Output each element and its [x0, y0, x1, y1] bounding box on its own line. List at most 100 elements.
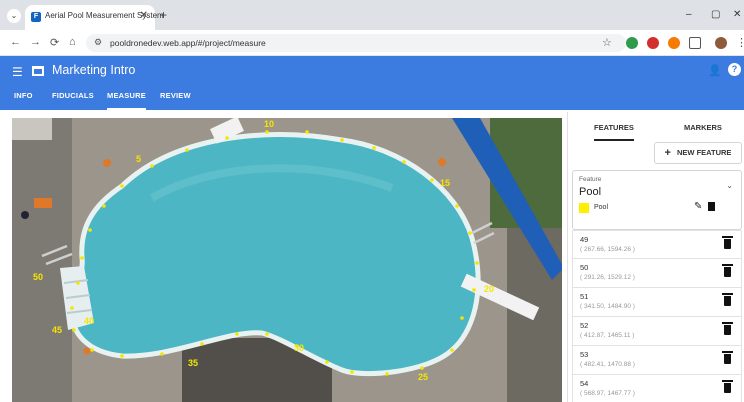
favicon-icon: F	[31, 12, 41, 22]
tab-review[interactable]: REVIEW	[160, 91, 191, 100]
tab-search-chevron-icon[interactable]: ⌄	[7, 9, 21, 23]
perimeter-marker-dot[interactable]	[340, 138, 344, 142]
perimeter-marker-dot[interactable]	[460, 316, 464, 320]
deck-object	[83, 347, 91, 355]
forward-icon[interactable]: →	[30, 36, 41, 48]
perimeter-marker-dot[interactable]	[468, 231, 472, 235]
perimeter-marker-dot[interactable]	[402, 160, 406, 164]
minimize-icon[interactable]: –	[686, 9, 692, 20]
tab-markers[interactable]: MARKERS	[684, 123, 722, 132]
perimeter-marker-dot[interactable]	[225, 136, 229, 140]
perimeter-marker-dot[interactable]	[265, 130, 269, 134]
chevron-down-icon[interactable]: ⌄	[726, 181, 733, 190]
bookmark-star-icon[interactable]: ☆	[602, 36, 612, 49]
point-list-item[interactable]: 51 ( 341.50, 1484.90 )	[572, 288, 742, 317]
deck-chair	[34, 198, 52, 208]
perimeter-marker-dot[interactable]	[235, 332, 239, 336]
url-text: pooldronedev.web.app/#/project/measure	[110, 38, 266, 48]
perimeter-marker-dot[interactable]	[90, 348, 94, 352]
tab-features[interactable]: FEATURES	[594, 123, 634, 141]
deck-object	[21, 211, 29, 219]
perimeter-marker-dot[interactable]	[455, 204, 459, 208]
perimeter-marker-dot[interactable]	[325, 360, 329, 364]
delete-point-icon[interactable]	[722, 236, 733, 249]
perimeter-marker-dot[interactable]	[80, 256, 84, 260]
deck-object	[438, 158, 446, 166]
tab-info[interactable]: INFO	[14, 91, 33, 100]
perimeter-marker-dot[interactable]	[265, 332, 269, 336]
delete-feature-icon[interactable]	[708, 200, 715, 212]
point-list-item[interactable]: 49 ( 267.66, 1594.26 )	[572, 230, 742, 259]
perimeter-marker-dot[interactable]	[72, 328, 76, 332]
extension-icon[interactable]	[647, 37, 659, 49]
extension-icon[interactable]	[668, 37, 680, 49]
perimeter-marker-dot[interactable]	[472, 288, 476, 292]
perimeter-marker-dot[interactable]	[120, 184, 124, 188]
point-coordinates: ( 412.87, 1465.11 )	[580, 332, 635, 339]
tab-fiducials[interactable]: FIDUCIALS	[52, 91, 94, 100]
perimeter-marker-dot[interactable]	[120, 354, 124, 358]
browser-tab[interactable]: F Aerial Pool Measurement System ✕	[25, 5, 164, 30]
profile-avatar[interactable]	[715, 37, 727, 49]
perimeter-marker-dot[interactable]	[385, 372, 389, 376]
point-coordinates: ( 291.26, 1529.12 )	[580, 274, 635, 281]
url-field[interactable]: ⚙ pooldronedev.web.app/#/project/measure	[86, 34, 626, 52]
delete-point-icon[interactable]	[722, 293, 733, 306]
perimeter-marker-dot[interactable]	[88, 228, 92, 232]
site-info-icon[interactable]: ⚙	[94, 37, 102, 48]
delete-point-icon[interactable]	[722, 264, 733, 277]
perimeter-marker-dot[interactable]	[102, 204, 106, 208]
marker-label-45: 45	[52, 325, 62, 335]
window-close-icon[interactable]: ✕	[733, 9, 741, 20]
maximize-icon[interactable]: ▢	[711, 9, 720, 20]
point-id: 52	[580, 321, 589, 330]
marker-label-50: 50	[33, 272, 43, 282]
perimeter-marker-dot[interactable]	[450, 348, 454, 352]
point-list-item[interactable]: 53 ( 482.41, 1470.88 )	[572, 346, 742, 375]
feature-select[interactable]: Feature Pool ⌄ Pool ✎	[572, 170, 742, 230]
feature-color-swatch	[579, 203, 589, 213]
perimeter-marker-dot[interactable]	[76, 281, 80, 285]
perimeter-marker-dot[interactable]	[475, 261, 479, 265]
point-id: 49	[580, 235, 589, 244]
perimeter-marker-dot[interactable]	[430, 178, 434, 182]
aerial-map-canvas[interactable]: 5 10 15 20 25 30 35 40 45 50	[12, 118, 562, 402]
tab-close-icon[interactable]: ✕	[140, 10, 148, 21]
perimeter-marker-dot[interactable]	[150, 164, 154, 168]
home-icon[interactable]: ⌂	[69, 36, 76, 48]
extension-icon[interactable]	[626, 37, 638, 49]
edit-feature-icon[interactable]: ✎	[694, 201, 702, 212]
new-feature-button[interactable]: + NEW FEATURE	[654, 142, 742, 164]
help-icon[interactable]: ?	[728, 63, 741, 76]
delete-point-icon[interactable]	[722, 351, 733, 364]
perimeter-marker-dot[interactable]	[185, 148, 189, 152]
marker-label-35: 35	[188, 358, 198, 368]
perimeter-marker-dot[interactable]	[350, 370, 354, 374]
point-list-item[interactable]: 52 ( 412.87, 1465.11 )	[572, 317, 742, 346]
tab-measure[interactable]: MEASURE	[107, 91, 146, 110]
perimeter-marker-dot[interactable]	[200, 342, 204, 346]
point-coordinates: ( 568.97, 1467.77 )	[580, 390, 635, 397]
perimeter-marker-dot[interactable]	[305, 130, 309, 134]
point-list-item[interactable]: 54 ( 568.97, 1467.77 )	[572, 375, 742, 402]
menu-icon[interactable]: ☰	[12, 65, 23, 79]
perimeter-marker-dot[interactable]	[372, 146, 376, 150]
feature-select-value: Pool	[579, 186, 602, 198]
new-tab-button[interactable]: +	[160, 8, 167, 22]
account-icon[interactable]: 👤	[708, 64, 722, 77]
delete-point-icon[interactable]	[722, 322, 733, 335]
delete-point-icon[interactable]	[722, 380, 733, 393]
perimeter-marker-dot[interactable]	[70, 306, 74, 310]
perimeter-marker-dot[interactable]	[420, 366, 424, 370]
extensions-puzzle-icon[interactable]	[689, 37, 701, 49]
app-header: ☰ Marketing Intro 👤 ? INFO FIDUCIALS MEA…	[0, 56, 744, 110]
back-icon[interactable]: ←	[10, 36, 21, 48]
point-coordinates: ( 341.50, 1484.90 )	[580, 303, 635, 310]
point-list: 49 ( 267.66, 1594.26 ) 50 ( 291.26, 1529.12…	[572, 230, 742, 402]
reload-icon[interactable]: ⟳	[50, 36, 59, 49]
point-list-item[interactable]: 50 ( 291.26, 1529.12 )	[572, 259, 742, 288]
perimeter-marker-dot[interactable]	[160, 352, 164, 356]
browser-menu-icon[interactable]: ⋮	[736, 36, 744, 49]
marker-label-20: 20	[484, 284, 494, 294]
feature-field-label: Feature	[579, 176, 602, 183]
